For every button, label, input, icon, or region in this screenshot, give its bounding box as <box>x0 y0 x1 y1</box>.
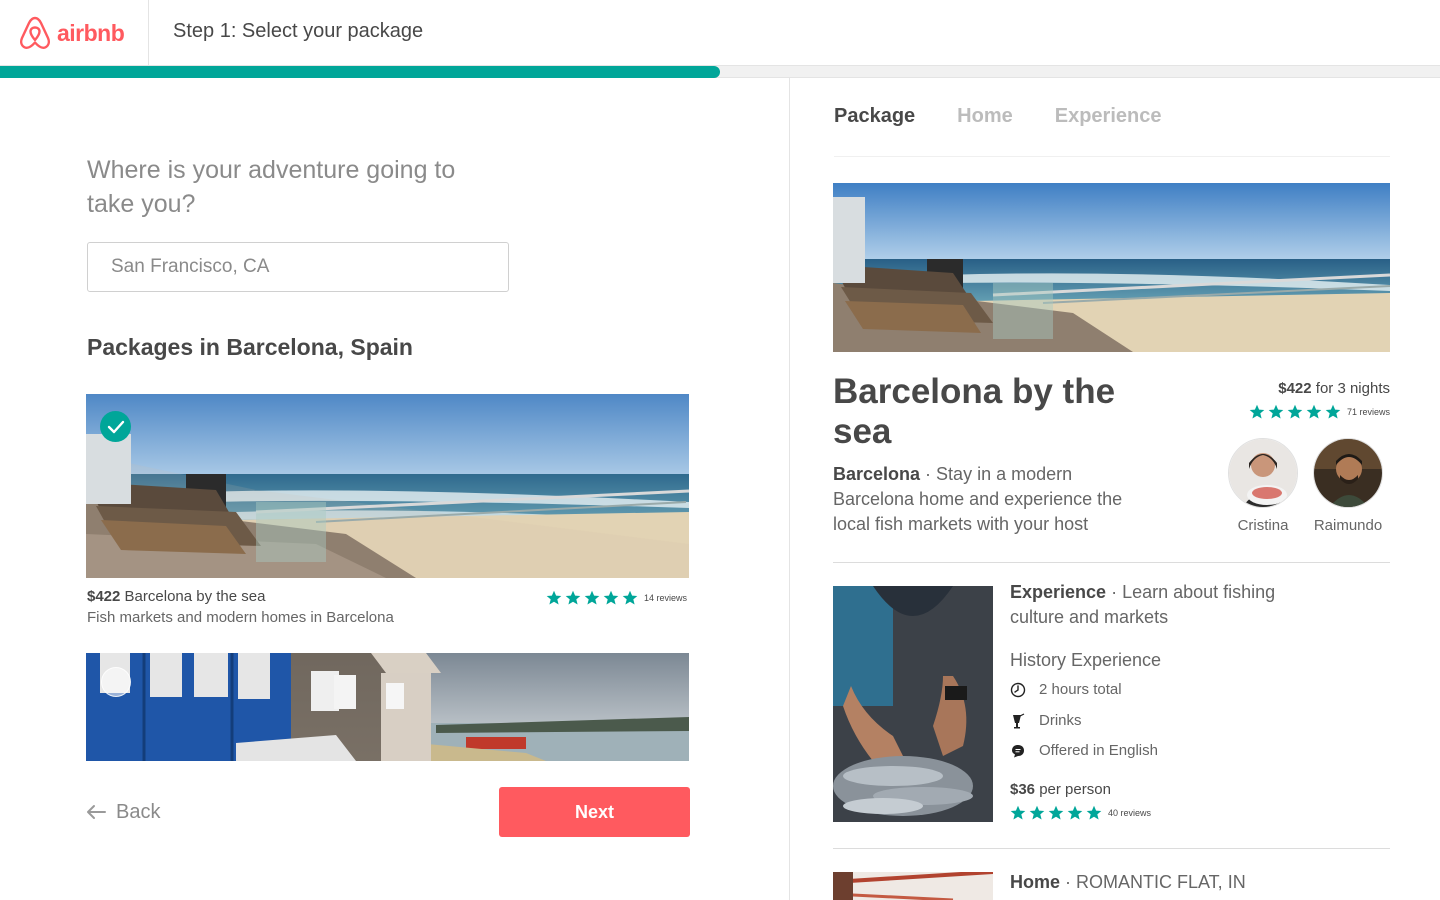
packages-heading: Packages in Barcelona, Spain <box>87 334 413 360</box>
tab-experience[interactable]: Experience <box>1055 105 1162 128</box>
home-photo <box>833 872 993 900</box>
progress-fill <box>0 66 720 78</box>
airbnb-belo-icon <box>19 16 51 50</box>
star-rating <box>546 590 638 606</box>
progress-bar <box>0 66 1440 78</box>
package-card-beach-huts[interactable] <box>86 653 689 761</box>
chat-icon <box>1010 743 1026 759</box>
host-cristina[interactable]: Cristina <box>1226 438 1300 534</box>
package-subtitle: Fish markets and modern homes in Barcelo… <box>87 609 394 626</box>
experience-duration: 2 hours total <box>1010 681 1122 698</box>
package-name: Barcelona by the sea <box>124 588 266 605</box>
package-rating: 71 reviews <box>1249 404 1390 420</box>
star-icon <box>1010 805 1026 821</box>
back-label: Back <box>116 800 161 823</box>
page-title: Step 1: Select your package <box>173 20 424 42</box>
detail-tabs: Package Home Experience <box>834 105 1161 128</box>
experience-photo <box>833 586 993 822</box>
star-icon <box>1048 805 1064 821</box>
star-rating <box>1010 805 1102 821</box>
package-city: Barcelona <box>833 464 921 484</box>
review-count: 40 reviews <box>1108 808 1152 818</box>
star-icon <box>1249 404 1265 420</box>
experience-drinks: Drinks <box>1010 712 1082 729</box>
star-icon <box>1268 404 1284 420</box>
experience-rating: 40 reviews <box>1010 805 1151 821</box>
star-rating <box>1249 404 1341 420</box>
package-photo <box>86 394 689 578</box>
avatar <box>1228 438 1298 508</box>
selected-check-icon[interactable] <box>100 411 131 442</box>
package-description: Barcelona · Stay in a modern Barcelona h… <box>833 464 1123 534</box>
package-price: $422 <box>87 588 121 605</box>
arrow-left-icon <box>87 805 106 819</box>
review-count: 71 reviews <box>1346 407 1390 417</box>
star-icon <box>584 590 600 606</box>
experience-item-text: Drinks <box>1039 712 1082 729</box>
location-input[interactable] <box>87 242 509 292</box>
tab-home[interactable]: Home <box>957 105 1013 128</box>
package-title-line: $422 Barcelona by the sea <box>87 588 265 605</box>
package-price-suffix: for 3 nights <box>1315 380 1390 397</box>
clock-icon <box>1010 682 1026 698</box>
host-name: Cristina <box>1237 517 1289 534</box>
tabs-divider <box>834 156 1390 157</box>
star-icon <box>546 590 562 606</box>
package-price: $422 <box>1278 380 1312 397</box>
home-heading: Home · ROMANTIC FLAT, IN <box>1010 872 1246 892</box>
star-icon <box>1067 805 1083 821</box>
header-divider <box>148 0 149 66</box>
star-icon <box>565 590 581 606</box>
host-name: Raimundo <box>1313 517 1383 534</box>
next-button[interactable]: Next <box>499 787 690 837</box>
experience-label: Experience <box>1010 582 1107 602</box>
star-icon <box>1325 404 1341 420</box>
package-photo <box>86 653 689 761</box>
experience-price-value: $36 <box>1010 781 1036 798</box>
home-headline: ROMANTIC FLAT, IN <box>1076 872 1246 892</box>
star-icon <box>1287 404 1303 420</box>
airbnb-logo[interactable]: airbnb <box>18 14 125 52</box>
package-card-barcelona-by-the-sea[interactable]: $422 Barcelona by the sea Fish markets a… <box>86 394 689 626</box>
avatar <box>1313 438 1383 508</box>
host-raimundo[interactable]: Raimundo <box>1311 438 1385 534</box>
experience-price-suffix: per person <box>1039 781 1111 798</box>
tab-package[interactable]: Package <box>834 105 915 128</box>
experience-heading: Experience · Learn about fishing culture… <box>1010 582 1276 627</box>
back-button[interactable]: Back <box>86 797 160 827</box>
star-icon <box>1029 805 1045 821</box>
logo-wordmark: airbnb <box>57 19 125 46</box>
experience-item-text: 2 hours total <box>1039 681 1122 698</box>
package-hero-photo <box>833 183 1390 352</box>
destination-question: Where is your adventure going to take yo… <box>87 156 456 218</box>
package-title: Barcelona by the sea <box>833 372 1116 451</box>
experience-item-text: Offered in English <box>1039 742 1158 759</box>
review-count: 14 reviews <box>643 593 687 603</box>
package-price-block: $422 for 3 nights <box>1278 380 1390 397</box>
home-label: Home <box>1010 872 1061 892</box>
section-divider <box>833 562 1390 563</box>
star-icon <box>603 590 619 606</box>
top-bar: airbnb Step 1: Select your package <box>0 0 1440 66</box>
star-icon <box>1086 805 1102 821</box>
experience-price: $36 per person <box>1010 781 1111 798</box>
experience-category: History Experience <box>1010 650 1162 670</box>
star-icon <box>622 590 638 606</box>
star-icon <box>1306 404 1322 420</box>
package-rating: 14 reviews <box>546 590 687 606</box>
section-divider <box>833 848 1390 849</box>
panel-divider <box>789 78 790 900</box>
drinks-icon <box>1010 712 1026 729</box>
select-radio-icon[interactable] <box>101 667 131 697</box>
experience-language: Offered in English <box>1010 742 1158 759</box>
